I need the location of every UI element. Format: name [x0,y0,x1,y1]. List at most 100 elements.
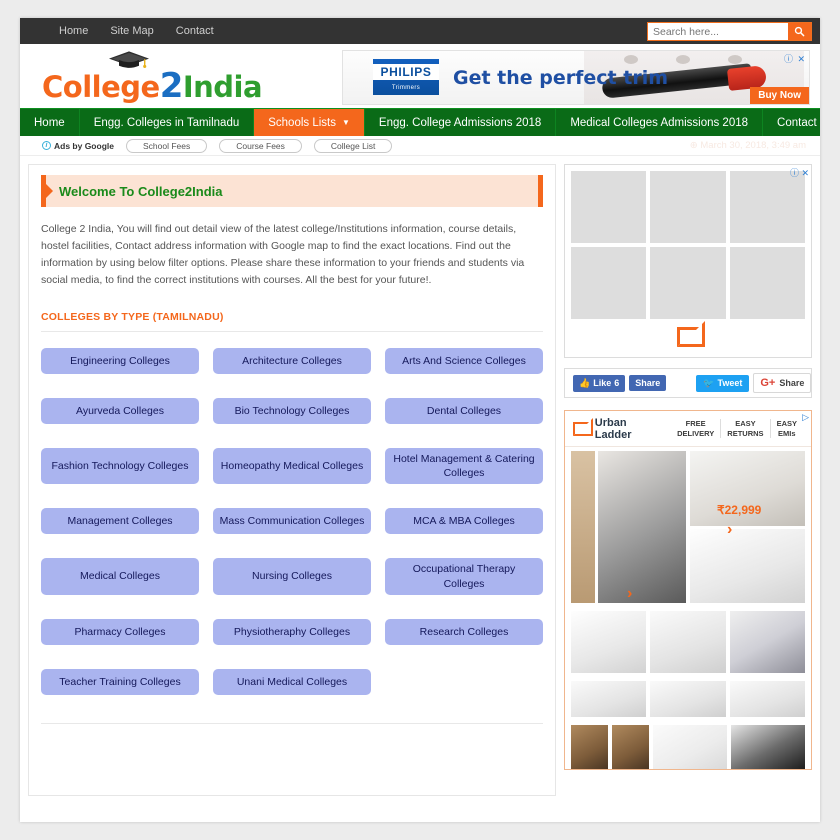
ad-product-thumb[interactable] [612,725,649,769]
ad-product-thumb[interactable] [653,725,727,769]
top-utility-bar: Home Site Map Contact [20,18,820,44]
college-type-button[interactable]: Bio Technology Colleges [213,398,371,424]
twitter-tweet-button[interactable]: 🐦 Tweet [696,374,750,392]
chevron-right-icon[interactable]: › [627,585,632,603]
ad-row [565,677,811,721]
nav-item-schools-lists[interactable]: Schools Lists ▼ [254,109,365,136]
ad-product-thumb[interactable] [598,451,686,603]
college-type-button[interactable]: Mass Communication Colleges [213,508,371,535]
ad-product-thumb[interactable] [650,171,726,243]
facebook-like-button[interactable]: 👍 Like 6 [573,374,626,392]
sidebar-top-advertisement[interactable]: ⓘ ✕ [564,164,812,358]
feature-line-1: EASY [776,419,797,429]
ad-product-thumb[interactable] [571,725,608,769]
college-type-button[interactable]: Homeopathy Medical Colleges [213,448,371,485]
header-advertisement[interactable]: PHILIPS Trimmers Get the perfect trim Bu… [342,50,810,105]
ad-product-thumb[interactable] [731,725,805,769]
nav-item-contact[interactable]: Contact [763,109,820,136]
ad-buy-now-button[interactable]: Buy Now [750,87,809,104]
google-plus-icon: G+ [760,377,776,389]
ad-product-thumb[interactable] [650,611,726,673]
college-type-button[interactable]: Teacher Training Colleges [41,668,199,695]
page-title: Welcome To College2India [59,183,223,199]
ad-product-thumb[interactable] [729,611,805,673]
college-type-button[interactable]: Physiotheraphy Colleges [213,618,371,645]
college-type-button[interactable]: Arts And Science Colleges [385,348,543,374]
nav-item-engg-colleges-tamilnadu[interactable]: Engg. Colleges in Tamilnadu [80,109,255,136]
college-type-button[interactable]: Pharmacy Colleges [41,618,199,645]
ad-product-thumb[interactable] [650,247,726,319]
nav-label: Home [34,116,65,129]
search-button[interactable] [788,23,811,40]
top-link-home[interactable]: Home [48,18,99,44]
college-type-button[interactable]: MCA & MBA Colleges [385,508,543,535]
nav-item-medical-admissions-2018[interactable]: Medical Colleges Admissions 2018 [556,109,764,136]
feature-line-2: RETURNS [727,428,764,438]
ad-row [565,607,811,677]
ad-product-thumb[interactable] [729,681,805,717]
ad-row [565,721,811,769]
ad-feature-easy-emis: EASY EMIs [769,419,803,438]
college-type-button[interactable]: Research Colleges [385,618,543,645]
college-type-button[interactable]: Occupational Therapy Colleges [385,558,543,595]
google-plus-share-button[interactable]: G+ Share [753,373,812,393]
ad-product-thumb[interactable] [571,171,647,243]
college-type-button[interactable]: Hotel Management & Catering Colleges [385,448,543,485]
twitter-bird-icon: 🐦 [703,377,715,388]
feature-line-2: DELIVERY [677,428,715,438]
ad-product-thumb[interactable] [571,611,647,673]
ad-product-thumb[interactable] [650,681,726,717]
urban-ladder-logo-icon [572,418,593,436]
google-plus-label: Share [779,378,805,388]
college-type-button[interactable]: Dental Colleges [385,398,543,424]
ad-image-grid [571,171,805,319]
top-link-sitemap[interactable]: Site Map [99,18,164,44]
ad-brand-name: Urban Ladder [594,416,632,441]
college-type-button[interactable]: Management Colleges [41,508,199,535]
college-type-button[interactable]: Unani Medical Colleges [213,668,371,695]
sidebar-bottom-advertisement[interactable]: ▷ Urban Ladder FREE DELIVERY EASY RETURN… [564,410,812,770]
ads-by-google-label[interactable]: i Ads by Google [42,141,114,151]
ad-product-thumb[interactable] [690,528,805,603]
adchoices-close-icon[interactable]: ⓘ ✕ [790,166,809,179]
search-box[interactable] [647,22,812,41]
logo-part-college: College [42,70,160,104]
college-type-button[interactable]: Ayurveda Colleges [41,398,199,424]
adchoices-icon[interactable]: ▷ [802,412,809,423]
nav-item-engg-admissions-2018[interactable]: Engg. College Admissions 2018 [365,109,557,136]
site-header: College2India PHILIPS Trimmers Get the p… [20,44,820,108]
ad-product-thumb[interactable] [729,247,805,319]
college-type-button[interactable]: Fashion Technology Colleges [41,448,199,485]
ad-product-thumb[interactable] [571,681,647,717]
college-type-button[interactable]: Nursing Colleges [213,558,371,595]
facebook-like-count: 6 [614,378,620,388]
top-link-contact[interactable]: Contact [165,18,225,44]
intro-paragraph: College 2 India, You will find out detai… [41,223,525,286]
ad-pill-college-list[interactable]: College List [313,138,393,153]
ad-product-showcase: ₹22,999 › › [565,447,811,769]
site-logo[interactable]: College2India [30,46,263,106]
college-type-button[interactable]: Medical Colleges [41,558,199,595]
ad-pill-course-fees[interactable]: Course Fees [219,138,302,153]
logo-wordmark: College2India [42,66,263,106]
college-type-button[interactable]: Architecture Colleges [213,348,371,374]
facebook-share-button[interactable]: Share [629,375,667,391]
section-divider [41,331,543,332]
ad-close-icon[interactable]: ⓘ ✕ [784,52,806,65]
ad-product-thumb[interactable] [729,171,805,243]
banner-left-accent [41,175,53,207]
ad-product-thumb[interactable] [571,247,647,319]
ad-brand-sub: Trimmers [391,85,421,91]
chevron-right-icon[interactable]: › [727,521,732,539]
google-ads-strip: i Ads by Google School Fees Course Fees … [20,136,820,156]
college-type-button[interactable]: Engineering Colleges [41,348,199,374]
info-icon[interactable]: i [42,141,51,150]
nav-label: Schools Lists [268,116,336,129]
nav-item-home[interactable]: Home [20,109,80,136]
ad-product-thumb[interactable] [571,451,595,603]
ad-price: ₹22,999 [717,503,762,517]
urban-ladder-logo-icon [677,321,705,347]
ad-pill-school-fees[interactable]: School Fees [125,138,208,153]
search-input[interactable] [648,23,788,40]
logo-part-india: India [182,70,263,104]
